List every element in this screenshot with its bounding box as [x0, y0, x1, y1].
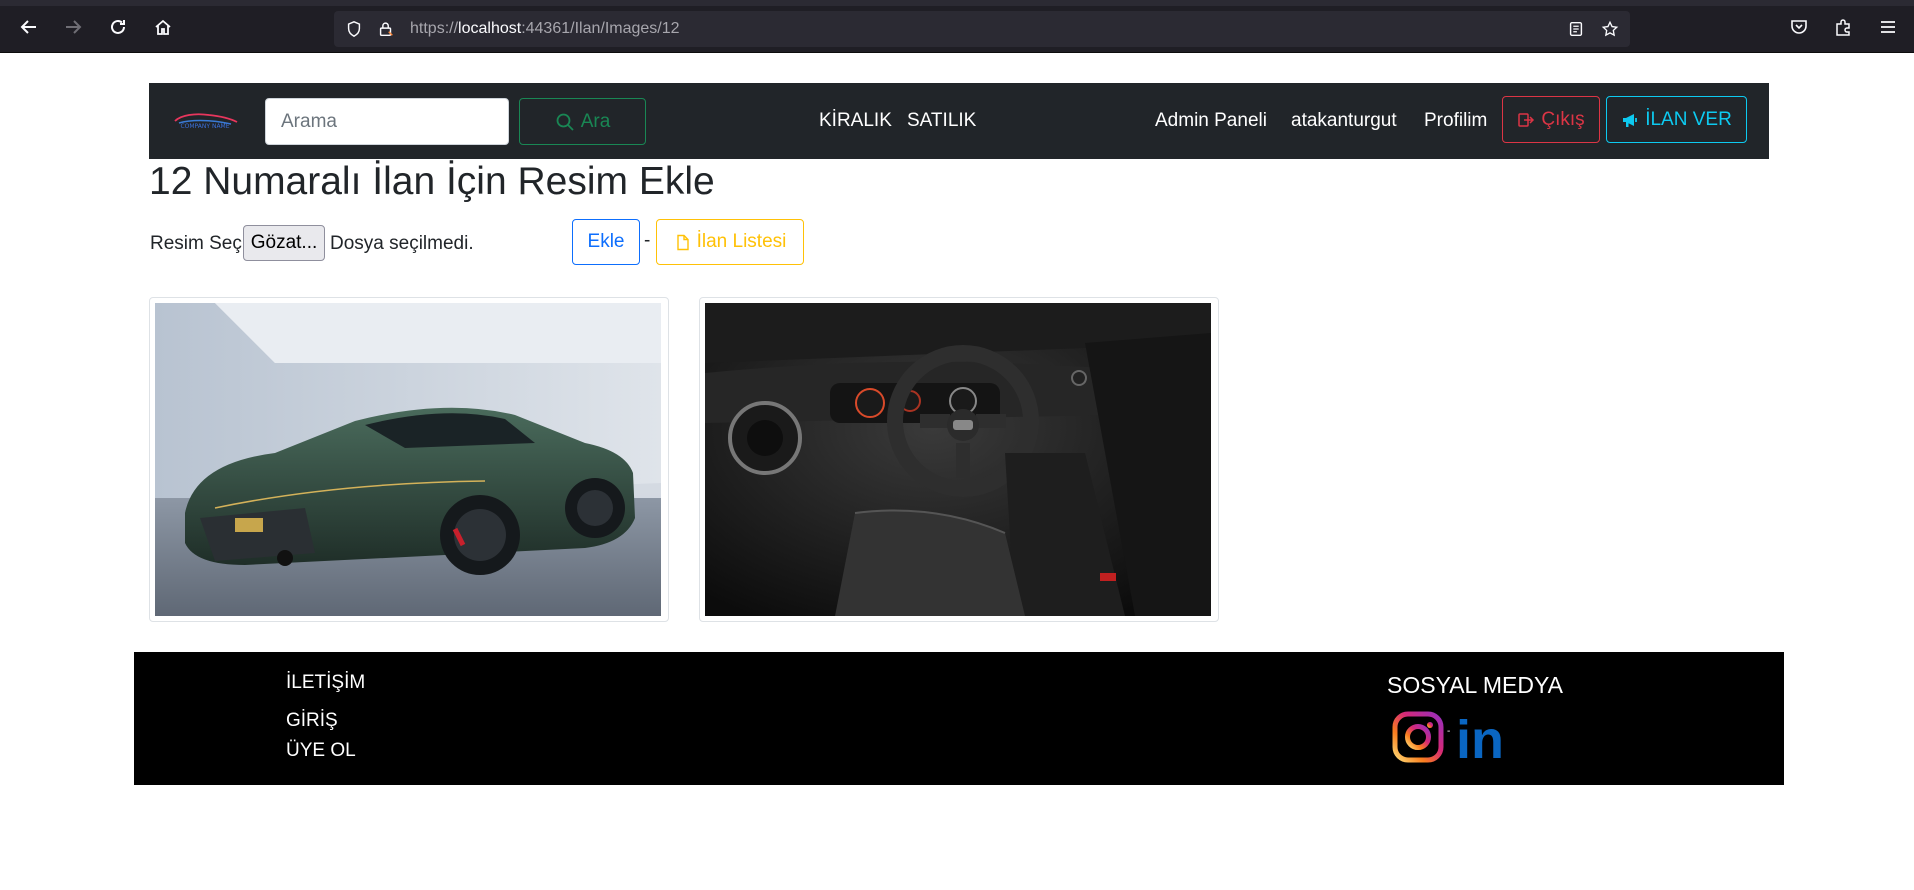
- footer-link-contact[interactable]: İLETİŞİM: [286, 672, 365, 694]
- page-title: 12 Numaralı İlan İçin Resim Ekle: [149, 160, 715, 203]
- logout-button-label: Çıkış: [1541, 108, 1585, 130]
- company-logo[interactable]: COMPANY NAME: [169, 111, 241, 131]
- browse-file-button[interactable]: Gözat...: [243, 225, 325, 261]
- nav-link-kiralik[interactable]: KİRALIK: [819, 110, 892, 132]
- menu-icon[interactable]: [1873, 12, 1903, 42]
- logout-icon: [1518, 112, 1535, 127]
- reload-icon[interactable]: [103, 12, 133, 42]
- post-ad-button-label: İLAN VER: [1645, 108, 1732, 130]
- site-navbar: COMPANY NAME Ara KİRALIK SATILIK Admin P…: [149, 83, 1769, 159]
- nav-link-satilik[interactable]: SATILIK: [907, 110, 976, 132]
- nav-link-profile[interactable]: Profilim: [1424, 110, 1487, 132]
- file-icon: [676, 234, 689, 250]
- car-interior-image: [705, 303, 1211, 616]
- ad-list-button-label: İlan Listesi: [696, 231, 787, 252]
- linkedin-text: in: [1456, 710, 1504, 764]
- ad-list-button[interactable]: İlan Listesi: [656, 219, 804, 265]
- image-upload-form: Resim Seç Gözat... Dosya seçilmedi. Ekle…: [150, 219, 950, 267]
- bookmark-star-icon[interactable]: [1600, 19, 1620, 39]
- instagram-icon[interactable]: [1391, 710, 1445, 764]
- megaphone-icon: [1623, 113, 1638, 127]
- add-image-button[interactable]: Ekle: [572, 219, 640, 265]
- url-host: localhost: [458, 20, 522, 37]
- footer-link-login[interactable]: GİRİŞ: [286, 710, 338, 732]
- linkedin-icon[interactable]: in: [1454, 710, 1508, 770]
- home-icon[interactable]: [148, 12, 178, 42]
- social-separator: -: [1447, 726, 1451, 737]
- forward-icon[interactable]: [58, 12, 88, 42]
- url-prefix: https://: [410, 20, 459, 37]
- url-text[interactable]: https://localhost:44361/Ilan/Images/12: [410, 20, 680, 38]
- pocket-icon[interactable]: [1784, 12, 1814, 42]
- footer-link-register[interactable]: ÜYE OL: [286, 740, 356, 762]
- social-media-title: SOSYAL MEDYA: [1387, 672, 1563, 698]
- extensions-icon[interactable]: [1828, 12, 1858, 42]
- no-file-selected-text: Dosya seçilmedi.: [330, 233, 474, 254]
- search-button[interactable]: Ara: [519, 98, 646, 145]
- search-button-label: Ara: [580, 110, 611, 132]
- site-footer: İLETİŞİM GİRİŞ ÜYE OL SOSYAL MEDYA - in: [134, 652, 1784, 785]
- logout-button[interactable]: Çıkış: [1502, 96, 1600, 143]
- browser-toolbar: https://localhost:44361/Ilan/Images/12: [0, 0, 1914, 53]
- file-input-label: Resim Seç: [150, 233, 242, 254]
- car-exterior-image: [155, 303, 661, 616]
- shield-icon[interactable]: [344, 19, 364, 39]
- browser-tab-strip: [0, 0, 1914, 6]
- url-path: :44361/Ilan/Images/12: [521, 20, 680, 37]
- lock-icon[interactable]: [376, 19, 396, 39]
- back-icon[interactable]: [14, 12, 44, 42]
- button-separator: -: [644, 230, 651, 251]
- search-input[interactable]: [265, 98, 509, 145]
- reader-view-icon[interactable]: [1566, 19, 1586, 39]
- ad-image-thumbnail[interactable]: [699, 297, 1219, 622]
- nav-link-username[interactable]: atakanturgut: [1291, 110, 1397, 132]
- logo-text: COMPANY NAME: [180, 123, 229, 130]
- nav-link-admin-panel[interactable]: Admin Paneli: [1155, 110, 1267, 132]
- url-bar[interactable]: https://localhost:44361/Ilan/Images/12: [334, 11, 1630, 47]
- ad-image-thumbnail[interactable]: [149, 297, 669, 622]
- search-icon: [556, 113, 574, 131]
- post-ad-button[interactable]: İLAN VER: [1606, 96, 1747, 143]
